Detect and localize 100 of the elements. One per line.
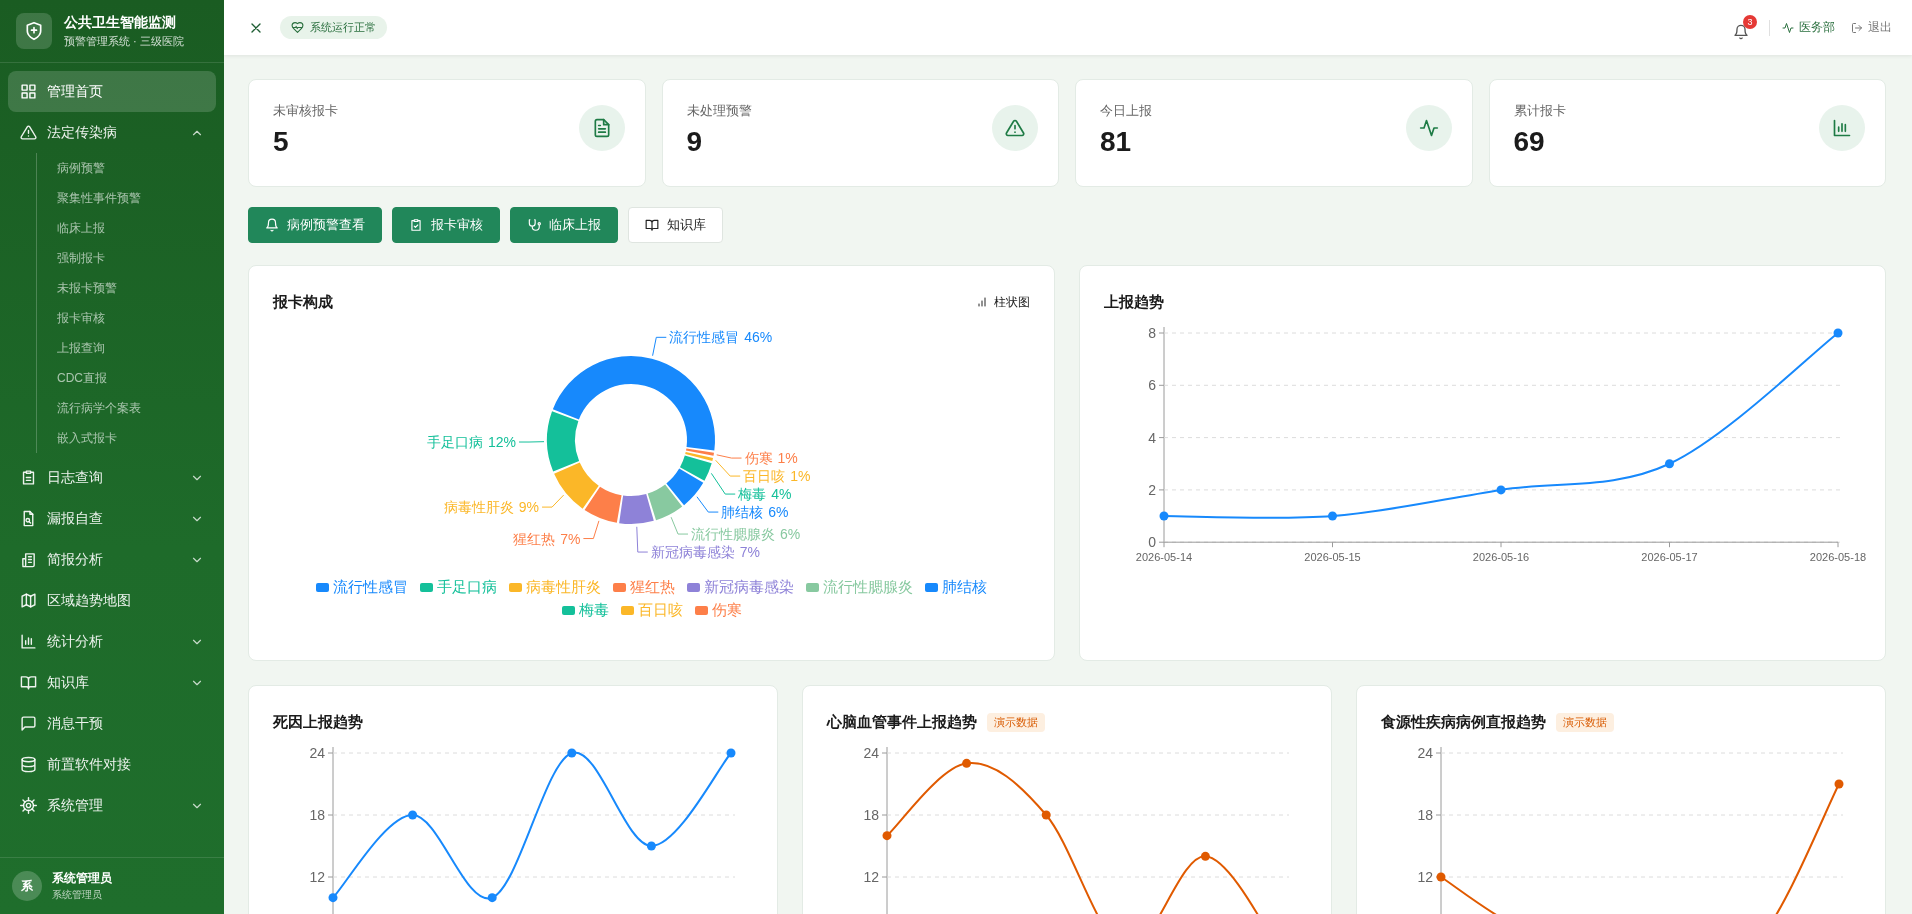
map-icon bbox=[20, 592, 37, 609]
nav-item[interactable]: 统计分析 bbox=[8, 621, 216, 662]
legend-item[interactable]: 猩红热 bbox=[613, 578, 675, 597]
leader-line bbox=[670, 516, 689, 535]
axis-tick-label: 2026-05-16 bbox=[1472, 551, 1530, 564]
nav-subitem[interactable]: 上报查询 bbox=[41, 333, 216, 363]
value-label: 12% bbox=[488, 434, 516, 450]
bar-chart-icon bbox=[20, 633, 37, 650]
value-label: 6% bbox=[768, 504, 789, 521]
user-avatar: 系 bbox=[12, 871, 42, 901]
leader-line bbox=[710, 472, 736, 495]
status-text: 系统运行正常 bbox=[310, 20, 376, 35]
chat-icon bbox=[20, 715, 37, 732]
settings-icon bbox=[20, 797, 37, 814]
user-role: 系统管理员 bbox=[52, 888, 103, 902]
nav-item[interactable]: 区域趋势地图 bbox=[8, 580, 216, 621]
card-title: 死因上报趋势 bbox=[273, 712, 363, 732]
nav-item[interactable]: 系统管理 bbox=[8, 785, 216, 826]
warning-icon bbox=[20, 124, 37, 141]
nav-subitem[interactable]: 病例预警 bbox=[41, 153, 216, 183]
shield-plus-icon bbox=[24, 21, 44, 41]
bell-icon bbox=[1733, 24, 1749, 40]
stat-label: 累计报卡 bbox=[1513, 102, 1566, 120]
leader-line bbox=[518, 441, 545, 443]
data-label: 梅毒 bbox=[738, 486, 767, 503]
app-title: 公共卫生智能监测 bbox=[64, 13, 177, 32]
nav-subitem[interactable]: 报卡审核 bbox=[41, 303, 216, 333]
nav-subitem[interactable]: 强制报卡 bbox=[41, 243, 216, 273]
legend-item[interactable]: 手足口病 bbox=[420, 578, 497, 597]
clipboard-icon bbox=[20, 469, 37, 486]
nav-item[interactable]: 前置软件对接 bbox=[8, 744, 216, 785]
app-subtitle: 预警管理系统 · 三级医院 bbox=[64, 33, 184, 49]
data-label: 新冠病毒感染 bbox=[650, 544, 735, 561]
nav-subitem[interactable]: 流行病学个案表 bbox=[41, 393, 216, 423]
heart-pulse-icon bbox=[291, 21, 304, 34]
legend-item[interactable]: 梅毒 bbox=[561, 601, 609, 620]
nav-item[interactable]: 简报分析 bbox=[8, 539, 216, 580]
action-button[interactable]: 报卡审核 bbox=[392, 207, 500, 243]
stat-value: 69 bbox=[1513, 126, 1546, 158]
nav-subitem[interactable]: 临床上报 bbox=[41, 213, 216, 243]
legend-item[interactable]: 肺结核 bbox=[925, 578, 987, 597]
action-button[interactable]: 知识库 bbox=[628, 207, 723, 243]
card-title: 食源性疾病病例直报趋势 bbox=[1381, 712, 1546, 732]
stat-value: 9 bbox=[686, 126, 704, 158]
nav-subitem[interactable]: CDC直报 bbox=[41, 363, 216, 393]
card-title: 上报趋势 bbox=[1104, 292, 1164, 312]
nav-item[interactable]: 消息干预 bbox=[8, 703, 216, 744]
axis-tick-label: 4 bbox=[1148, 429, 1156, 446]
axis-tick-label: 2026-05-14 bbox=[1135, 551, 1193, 564]
legend-item[interactable]: 新冠病毒感染 bbox=[687, 578, 794, 597]
data-label: 伤寒 bbox=[744, 450, 773, 467]
data-label: 病毒性肝炎 bbox=[443, 499, 514, 516]
legend-item[interactable]: 伤寒 bbox=[694, 601, 742, 620]
data-label: 手足口病 bbox=[427, 434, 483, 450]
nav-subitem[interactable]: 嵌入式报卡 bbox=[41, 423, 216, 453]
activity-icon bbox=[1418, 118, 1439, 138]
data-label: 流行性腮腺炎 bbox=[691, 526, 776, 543]
nav-subitem[interactable]: 未报卡预警 bbox=[41, 273, 216, 303]
bell-icon bbox=[265, 218, 279, 232]
database-icon bbox=[20, 756, 37, 773]
chart-toggle-button[interactable]: 柱状图 bbox=[976, 293, 1030, 311]
axis-tick-label: 18 bbox=[863, 807, 879, 823]
axis-tick-label: 2026-05-18 bbox=[1809, 551, 1867, 564]
axis-tick-label: 24 bbox=[309, 745, 325, 761]
nav-subitem[interactable]: 聚集性事件预警 bbox=[41, 183, 216, 213]
stethoscope-icon bbox=[527, 218, 541, 232]
nav-item[interactable]: 漏报自查 bbox=[8, 498, 216, 539]
logout-button[interactable]: 退出 bbox=[1851, 19, 1892, 36]
axis-tick-label: 24 bbox=[1417, 745, 1433, 761]
leader-line bbox=[541, 494, 565, 508]
clipboard-check-icon bbox=[409, 218, 423, 232]
nav-item[interactable]: 管理首页 bbox=[8, 71, 216, 112]
axis-tick-label: 2 bbox=[1148, 481, 1156, 498]
bar-chart-icon bbox=[976, 296, 988, 308]
action-button[interactable]: 病例预警查看 bbox=[248, 207, 382, 243]
value-label: 4% bbox=[771, 486, 792, 503]
data-label: 猩红热 bbox=[513, 530, 556, 547]
demo-data-tag: 演示数据 bbox=[1556, 712, 1614, 732]
leader-line bbox=[582, 520, 600, 540]
nav-item[interactable]: 日志查询 bbox=[8, 457, 216, 498]
data-label: 肺结核 bbox=[721, 504, 764, 521]
nav-item[interactable]: 法定传染病 bbox=[8, 112, 216, 153]
book-icon bbox=[20, 674, 37, 691]
warning-icon bbox=[1005, 118, 1025, 138]
axis-tick-label: 18 bbox=[309, 807, 325, 823]
value-label: 46% bbox=[744, 329, 773, 346]
legend-item[interactable]: 流行性感冒 bbox=[316, 578, 408, 597]
action-button[interactable]: 临床上报 bbox=[510, 207, 618, 243]
axis-tick-label: 12 bbox=[309, 869, 325, 885]
data-label: 流行性感冒 bbox=[669, 329, 740, 346]
grid-icon bbox=[20, 83, 37, 100]
card-title: 报卡构成 bbox=[273, 292, 333, 312]
newspaper-icon bbox=[20, 551, 37, 568]
demo-data-tag: 演示数据 bbox=[987, 712, 1045, 732]
nav-item[interactable]: 知识库 bbox=[8, 662, 216, 703]
value-label: 9% bbox=[518, 499, 540, 516]
notification-button[interactable]: 3 bbox=[1733, 15, 1757, 40]
axis-tick-label: 24 bbox=[863, 745, 879, 761]
axis-tick-label: 12 bbox=[863, 869, 879, 885]
stat-label: 今日上报 bbox=[1100, 102, 1152, 120]
